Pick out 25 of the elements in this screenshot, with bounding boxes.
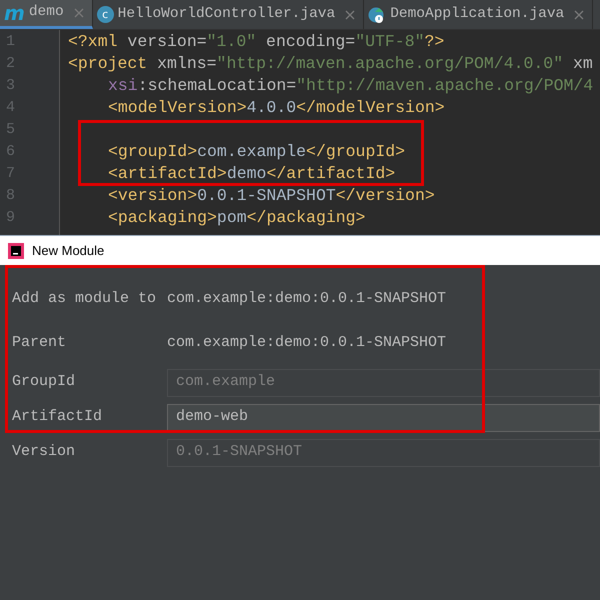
field-label: ArtifactId xyxy=(12,407,104,428)
code-line: <project xmlns="http://maven.apache.org/POM/4.0.0" xm xyxy=(68,54,593,73)
close-icon[interactable] xyxy=(74,8,84,18)
input-field[interactable]: demo-web xyxy=(167,404,600,432)
application-icon xyxy=(368,6,386,24)
dialog-title: New Module xyxy=(32,242,104,260)
code-line: <groupId>com.example</groupId> xyxy=(108,142,406,161)
value-text: com.example:demo:0.0.1-SNAPSHOT xyxy=(167,332,446,353)
code-line: <packaging>pom</packaging> xyxy=(108,208,366,227)
code-line: <artifactId>demo</artifactId> xyxy=(108,164,396,183)
app-logo-icon xyxy=(8,242,24,258)
maven-icon: m xyxy=(4,3,25,23)
close-icon[interactable] xyxy=(574,10,584,20)
field-label: Add as module to xyxy=(12,288,158,309)
code-line: <?xml version="1.0" encoding="UTF-8"?> xyxy=(68,32,444,51)
field-label: Parent xyxy=(12,332,68,353)
value-text: com.example:demo:0.0.1-SNAPSHOT xyxy=(167,288,446,309)
code-line: <modelVersion>4.0.0</modelVersion> xyxy=(108,98,445,117)
code-line: xsi:schemaLocation="http://maven.apache.org/POM/4 xyxy=(108,76,594,95)
close-icon[interactable] xyxy=(345,10,356,20)
field-label: GroupId xyxy=(12,372,76,392)
class-icon: c xyxy=(96,6,114,23)
editor-tab[interactable]: c HelloWorldController.java xyxy=(92,0,364,29)
code-line: <version>0.0.1-SNAPSHOT</version> xyxy=(108,186,435,205)
field-label: Version xyxy=(12,442,76,462)
